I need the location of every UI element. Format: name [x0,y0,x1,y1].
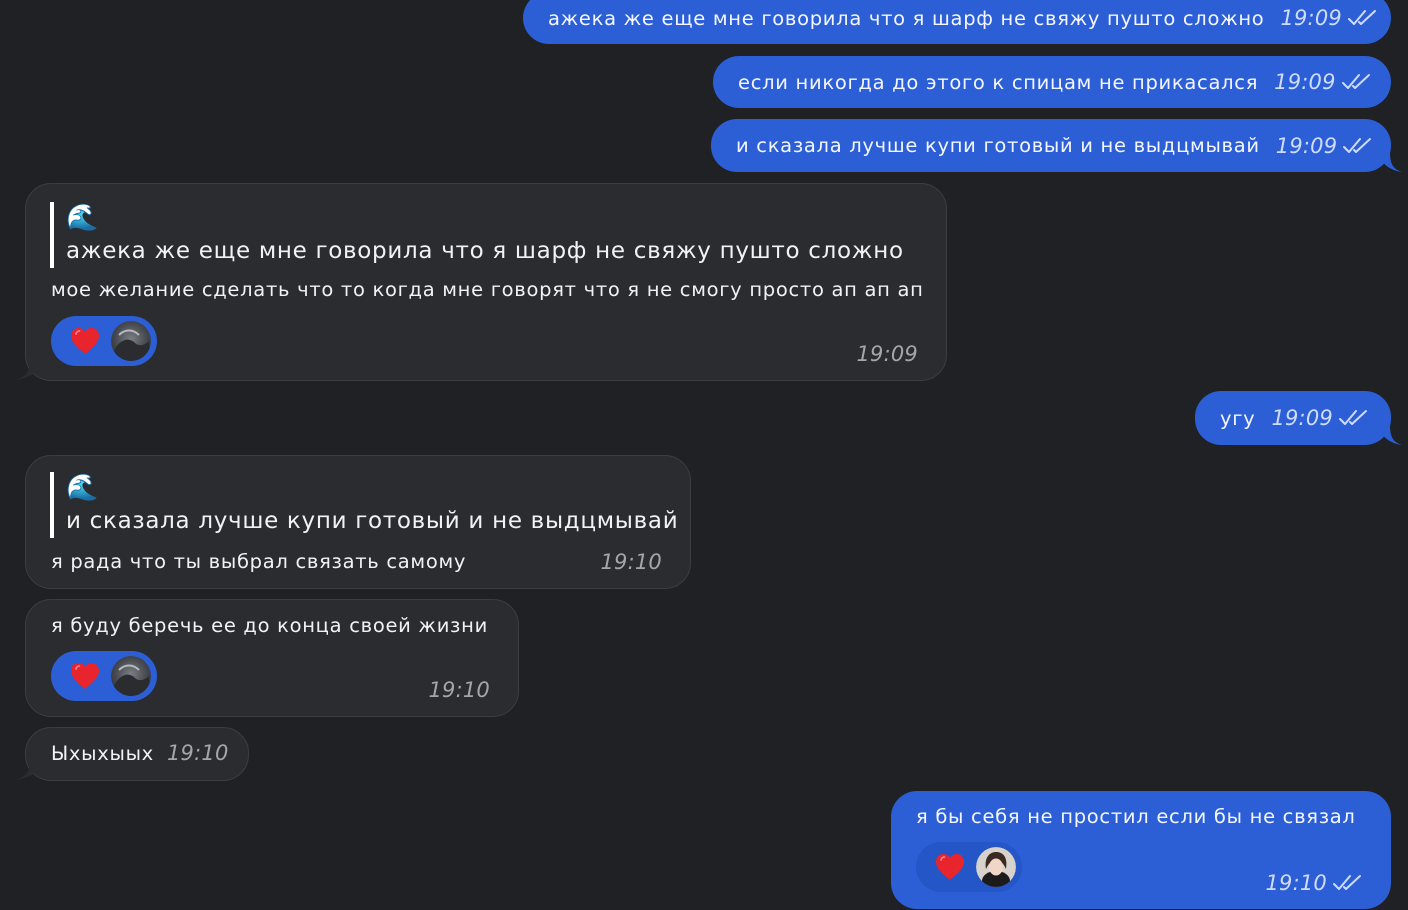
message-incoming[interactable]: Ыхыхыых 19:10 [25,727,249,781]
bubble-tail [1378,152,1402,172]
message-outgoing[interactable]: и сказала лучше купи готовый и не выдцмы… [711,119,1391,172]
message-text: я буду беречь ее до конца своей жизни [51,614,488,637]
message-time: 19:09 [856,342,918,366]
double-check-icon [1339,409,1369,427]
message-text: если никогда до этого к спицам не прикас… [738,70,1259,94]
message-outgoing[interactable]: я бы себя не простил если бы не связал 1… [891,791,1391,909]
double-check-icon [1342,73,1372,91]
message-time: 19:09 [1271,406,1333,430]
message-meta: 19:09 [1271,406,1369,430]
message-incoming[interactable]: 🌊 и сказала лучше купи готовый и не выдц… [25,455,691,589]
message-meta: 19:09 [1274,70,1372,94]
quoted-text: ажека же еще мне говорила что я шарф не … [66,238,904,264]
message-text: я бы себя не простил если бы не связал [916,805,1356,828]
message-text: мое желание сделать что то когда мне гов… [51,278,924,301]
message-text: и сказала лучше купи готовый и не выдцмы… [736,134,1260,157]
heart-icon [69,326,101,356]
message-time: 19:10 [167,741,229,765]
double-check-icon [1348,9,1378,27]
reactor-avatar [976,847,1016,887]
heart-icon [69,661,101,691]
message-incoming[interactable]: 🌊 ажека же еще мне говорила что я шарф н… [25,183,947,381]
heart-icon [934,852,966,882]
message-incoming[interactable]: я буду беречь ее до конца своей жизни 19… [25,599,519,717]
message-text: я рада что ты выбрал связать самому [51,550,467,573]
message-text: Ыхыхыых [51,742,154,765]
message-text: угу [1220,406,1256,430]
double-check-icon [1343,137,1373,155]
message-time: 19:09 [1280,6,1342,30]
wave-emoji: 🌊 [66,473,99,503]
double-check-icon [1333,874,1363,892]
reactor-avatar [111,321,151,361]
reaction-badge[interactable] [51,651,157,701]
reply-quote[interactable]: 🌊 и сказала лучше купи готовый и не выдц… [50,472,678,538]
message-outgoing[interactable]: если никогда до этого к спицам не прикас… [713,56,1391,108]
message-meta: 19:10 [1265,871,1363,895]
quoted-text: и сказала лучше купи готовый и не выдцмы… [66,508,679,534]
message-outgoing[interactable]: угу 19:09 [1195,391,1391,445]
message-meta: 19:09 [1280,6,1378,30]
reaction-badge[interactable] [51,316,157,366]
message-time: 19:09 [1275,133,1338,158]
wave-emoji: 🌊 [66,203,99,233]
message-text: ажека же еще мне говорила что я шарф не … [548,6,1265,30]
message-time: 19:10 [600,550,662,574]
message-time: 19:09 [1274,70,1336,94]
message-outgoing[interactable]: ажека же еще мне говорила что я шарф не … [523,0,1391,44]
bubble-tail [14,360,42,380]
bubble-tail [1378,425,1402,445]
message-time: 19:10 [428,678,490,702]
message-meta: 19:09 [1276,134,1374,158]
reaction-badge[interactable] [916,842,1022,892]
reply-quote[interactable]: 🌊 ажека же еще мне говорила что я шарф н… [50,202,904,268]
bubble-tail [14,760,42,780]
reactor-avatar [111,656,151,696]
message-time: 19:10 [1265,871,1327,895]
